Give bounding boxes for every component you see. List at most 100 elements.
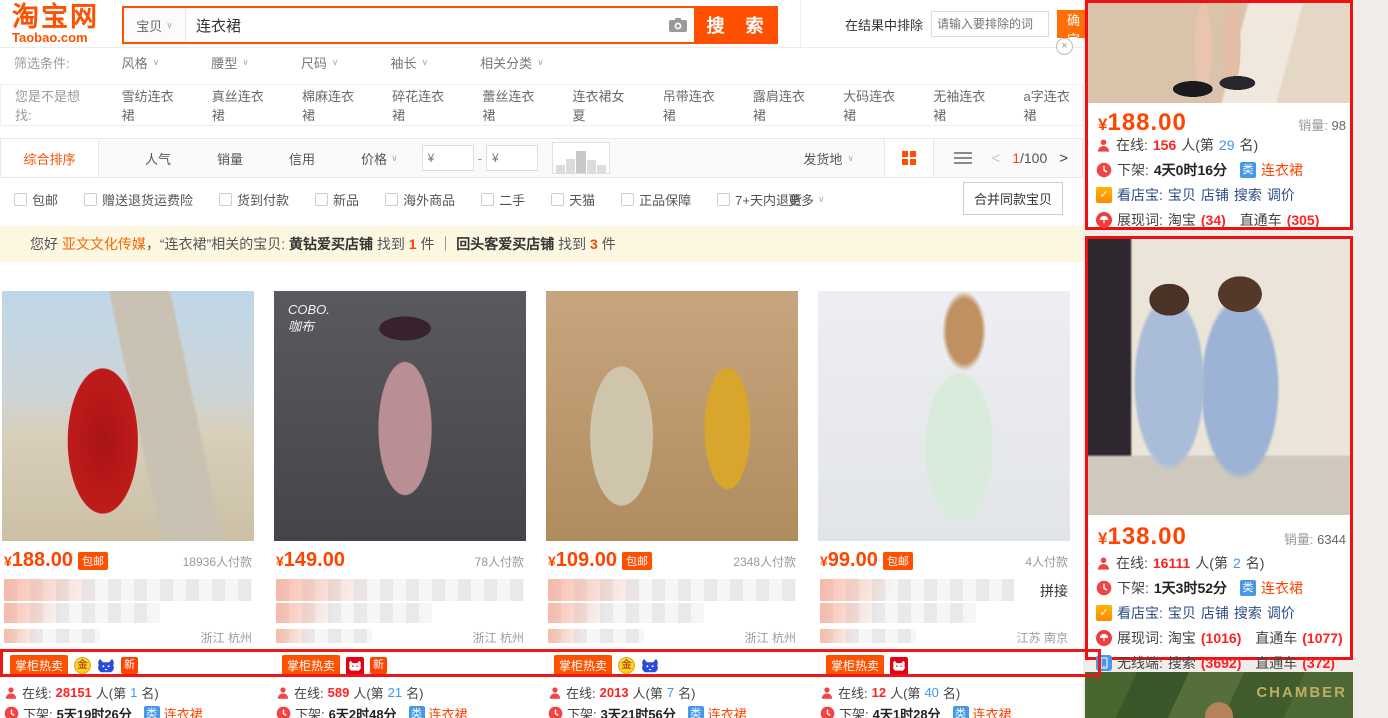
kdb-search-link[interactable]: 搜索 <box>1234 185 1262 205</box>
product-image[interactable] <box>2 291 254 541</box>
suggestion-link[interactable]: 连衣裙女夏 <box>573 86 637 124</box>
main-content: 淘宝网 Taobao.com 宝贝 ∨ 搜 索 在结果中排除 确定 × <box>0 0 1083 718</box>
suggestion-link[interactable]: 吊带连衣裙 <box>663 86 727 124</box>
seller-row: 浙江 杭州 <box>276 629 524 645</box>
kdb-price-link[interactable]: 调价 <box>1267 185 1295 205</box>
checkbox-cod[interactable]: 货到付款 <box>219 190 289 209</box>
next-page-icon[interactable]: > <box>1059 150 1068 167</box>
category-link[interactable]: 连衣裙 <box>429 704 468 718</box>
checkbox-new[interactable]: 新品 <box>315 190 359 209</box>
suggestion-link[interactable]: a字连衣裙 <box>1023 86 1081 124</box>
suggestion-link[interactable]: 露肩连衣裙 <box>753 86 817 124</box>
sort-composite-tab[interactable]: 综合排序 <box>1 139 99 177</box>
price-max-input[interactable] <box>486 145 538 171</box>
price-min-input[interactable] <box>422 145 474 171</box>
diamond-shop-count: 1 <box>409 236 417 252</box>
kdb-price-link[interactable]: 调价 <box>1267 603 1295 623</box>
category-link[interactable]: 连衣裙 <box>1261 578 1303 598</box>
product-card[interactable]: COBO.咖布 ¥149.00 78人付款 浙江 杭州 掌柜热卖 新 在线:58… <box>274 291 526 718</box>
product-card[interactable]: ¥99.00 包邮 4人付款 拼接 江苏 南京 掌柜热卖 在线:12人(第40名… <box>818 291 1070 718</box>
online-stat: 在线:28151人(第1名) <box>4 683 159 702</box>
filter-style[interactable]: 风格∨ <box>122 53 160 72</box>
search-button[interactable]: 搜 索 <box>694 8 776 42</box>
filter-related-category[interactable]: 相关分类∨ <box>480 53 544 72</box>
kdb-item-link[interactable]: 宝贝 <box>1168 603 1196 623</box>
sidebar-partial-image[interactable]: CHAMBER <box>1085 672 1353 718</box>
product-image[interactable] <box>818 291 1070 541</box>
checkbox-free-shipping[interactable]: 包邮 <box>14 190 58 209</box>
kdb-item-link[interactable]: 宝贝 <box>1168 185 1196 205</box>
sidebar-price: 138.00 <box>1107 523 1186 551</box>
checkbox-icon <box>621 193 634 206</box>
suggestion-link[interactable]: 无袖连衣裙 <box>933 86 997 124</box>
grid-view-toggle[interactable] <box>884 139 934 177</box>
suggestion-link[interactable]: 真丝连衣裙 <box>212 86 276 124</box>
location: 浙江 杭州 <box>473 629 524 646</box>
category-link[interactable]: 连衣裙 <box>708 704 747 718</box>
filter-size[interactable]: 尺码∨ <box>301 53 339 72</box>
category-link[interactable]: 连衣裙 <box>1261 160 1303 180</box>
category-link[interactable]: 连衣裙 <box>164 704 203 718</box>
search-category-label: 宝贝 <box>136 16 162 35</box>
grid-icon <box>902 151 916 165</box>
checkbox-icon <box>551 193 564 206</box>
shop-tool-links: ✓ 看店宝:宝贝店铺搜索调价 <box>1096 603 1344 623</box>
product-card[interactable]: ¥188.00 包邮 18936人付款 浙江 杭州 掌柜热卖 金 新 在线:28… <box>2 291 254 718</box>
sidebar-product-image[interactable] <box>1088 3 1350 103</box>
checkbox-overseas[interactable]: 海外商品 <box>385 190 455 209</box>
close-icon[interactable]: × <box>1056 38 1073 55</box>
shop-name-link[interactable]: 亚文文化传媒 <box>62 234 146 254</box>
kdb-shop-link[interactable]: 店铺 <box>1201 185 1229 205</box>
buyer-count: 2348人付款 <box>733 553 796 570</box>
hot-sale-badge: 掌柜热卖 <box>10 655 68 676</box>
impression-words-stat: 展现词:淘宝(1016) 直通车(1077) <box>1096 628 1344 648</box>
checkbox-return-insurance[interactable]: 赠送退货运费险 <box>84 190 193 209</box>
checkbox-tmall[interactable]: 天猫 <box>551 190 595 209</box>
product-card[interactable]: ¥109.00 包邮 2348人付款 浙江 杭州 掌柜热卖 金 在线:2013人… <box>546 291 798 718</box>
sort-price-tab[interactable]: 价格∨ <box>361 149 398 168</box>
price-histogram-icon[interactable] <box>552 142 610 174</box>
sort-sales-tab[interactable]: 销量 <box>217 149 243 168</box>
offshelf-stat: 下架:6天2时48分 类连衣裙 <box>276 704 468 718</box>
taobao-logo[interactable]: 淘宝网 Taobao.com <box>12 4 99 45</box>
suggestion-link[interactable]: 蕾丝连衣裙 <box>482 86 546 124</box>
sidebar-stats: 在线:16111人(第2名) 下架:1天3时52分 类连衣裙 ✓ 看店宝:宝贝店… <box>1096 553 1344 673</box>
suggestion-link[interactable]: 碎花连衣裙 <box>392 86 456 124</box>
sidebar-product-image[interactable] <box>1088 239 1350 515</box>
product-image[interactable] <box>546 291 798 541</box>
filter-waist[interactable]: 腰型∨ <box>211 53 249 72</box>
repeat-shop-count: 3 <box>590 236 598 252</box>
clock-icon <box>1096 580 1112 596</box>
more-filters-dropdown[interactable]: 更多∨ <box>788 190 825 209</box>
camera-icon[interactable] <box>662 8 694 42</box>
offshelf-stat: 下架:1天3时52分 类连衣裙 <box>1096 578 1344 598</box>
suggestion-link[interactable]: 雪纺连衣裙 <box>122 86 186 124</box>
merge-same-items-button[interactable]: 合并同款宝贝 <box>963 182 1063 215</box>
repeat-shop-label: 回头客爱买店铺 <box>452 234 554 254</box>
product-price: 109.00 <box>556 549 617 572</box>
sort-credit-tab[interactable]: 信用 <box>289 149 315 168</box>
checkbox-authentic[interactable]: 正品保障 <box>621 190 691 209</box>
seller-row: 浙江 杭州 <box>4 629 252 645</box>
category-badge: 类 <box>1240 162 1256 178</box>
clock-icon <box>820 706 835 718</box>
suggestion-link[interactable]: 棉麻连衣裙 <box>302 86 366 124</box>
checkbox-icon <box>315 193 328 206</box>
category-link[interactable]: 连衣裙 <box>973 704 1012 718</box>
suggestion-link[interactable]: 大码连衣裙 <box>843 86 907 124</box>
product-image[interactable]: COBO.咖布 <box>274 291 526 541</box>
ship-from-dropdown[interactable]: 发货地∨ <box>803 149 854 168</box>
prev-page-icon[interactable]: < <box>991 150 1000 167</box>
filter-sleeve[interactable]: 袖长∨ <box>390 53 428 72</box>
badge-row: 掌柜热卖 金 新 <box>10 655 138 676</box>
list-view-toggle[interactable] <box>954 152 972 164</box>
kdb-shop-link[interactable]: 店铺 <box>1201 603 1229 623</box>
checkbox-icon <box>385 193 398 206</box>
search-input[interactable] <box>186 8 662 42</box>
sort-popularity-tab[interactable]: 人气 <box>145 149 171 168</box>
kdb-search-link[interactable]: 搜索 <box>1234 603 1262 623</box>
location: 江苏 南京 <box>1017 629 1068 646</box>
checkbox-secondhand[interactable]: 二手 <box>481 190 525 209</box>
exclude-input[interactable] <box>931 11 1049 37</box>
search-category-dropdown[interactable]: 宝贝 ∨ <box>124 8 186 42</box>
